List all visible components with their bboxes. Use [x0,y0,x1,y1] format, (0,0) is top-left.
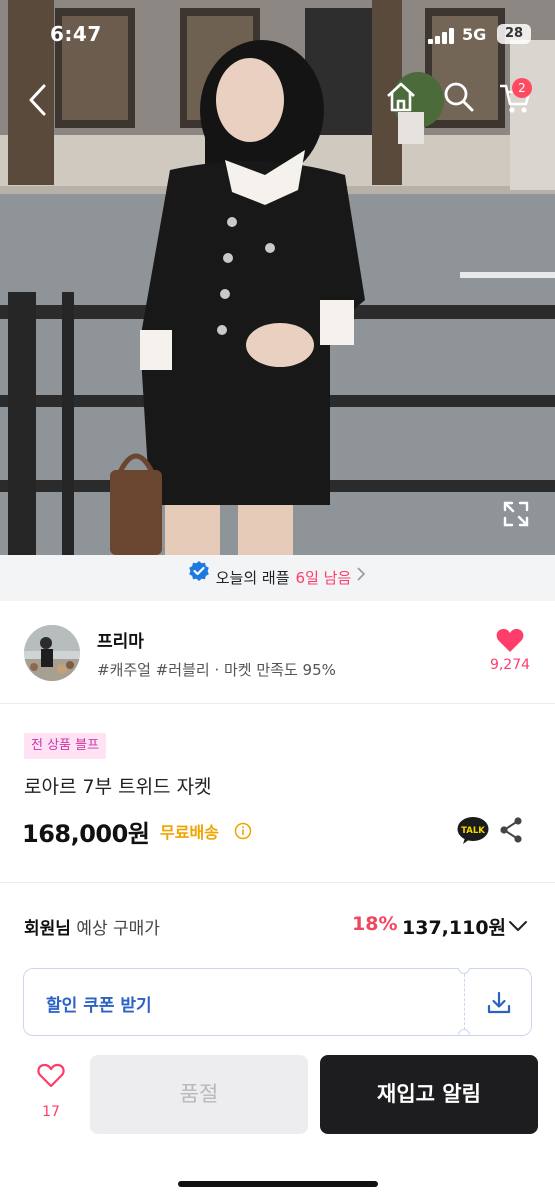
expand-icon[interactable] [502,500,530,532]
coupon-label: 할인 쿠폰 받기 [46,996,152,1016]
heart-icon[interactable] [496,627,524,657]
heart-outline-icon [37,1063,65,1092]
network-type: 5G [462,25,487,44]
coupon-notch-top [458,968,470,974]
raffle-text: 오늘의 래플 [215,569,290,587]
shipping-label: 무료배송 [160,823,219,842]
member-discount-rate: 18% [352,913,398,935]
top-navigation: 2 [0,78,555,122]
signal-icon [428,28,456,48]
soldout-button: 품절 [90,1055,308,1134]
product-title: 로아르 7부 트위드 자켓 [24,776,212,798]
member-price-value: 137,110원 [402,917,507,939]
store-avatar[interactable] [24,625,80,681]
store-row[interactable]: 프리마 #캐주얼 #러블리 · 마켓 만족도 95% 9,274 [0,601,555,704]
section-divider [0,882,555,883]
verified-check-icon [188,554,210,600]
member-price-label: 회원님 예상 구매가 [24,914,160,939]
store-tags: #캐주얼 #러블리 · 마켓 만족도 95% [97,661,336,679]
raffle-banner[interactable]: 오늘의 래플 6일 남음 [0,555,555,601]
member-price-label-rest: 예상 구매가 [70,919,160,939]
share-icon[interactable] [498,816,524,848]
download-icon[interactable] [486,990,512,1020]
cart-count-badge: 2 [512,78,532,98]
member-price-label-bold: 회원님 [24,919,71,939]
restock-alert-button[interactable]: 재입고 알림 [320,1055,538,1134]
store-like-count: 9,274 [489,657,531,673]
coupon-divider [464,969,465,1035]
kakao-talk-icon[interactable]: TALK [457,816,489,848]
store-name[interactable]: 프리마 [97,627,144,652]
info-icon[interactable] [234,822,252,844]
product-photo[interactable]: 6:47 5G 28 2 [0,0,555,555]
favorite-button[interactable]: 17 [24,1062,78,1132]
raffle-days-left: 6일 남음 [295,569,352,587]
status-time: 6:47 [50,22,102,46]
coupon-button[interactable]: 할인 쿠폰 받기 [23,968,532,1036]
chevron-down-icon[interactable] [508,918,528,937]
favorite-count: 17 [42,1104,60,1120]
home-icon[interactable] [384,80,418,118]
search-icon[interactable] [442,80,476,118]
battery-indicator: 28 [497,24,531,44]
product-price: 168,000원 [22,820,150,848]
svg-text:TALK: TALK [461,826,485,836]
status-bar: 6:47 5G 28 [0,0,555,70]
back-icon[interactable] [26,82,50,122]
chevron-right-icon [355,554,367,600]
promo-badge: 전 상품 블프 [24,733,107,759]
home-indicator [178,1181,378,1187]
coupon-notch-bottom [458,1029,470,1035]
